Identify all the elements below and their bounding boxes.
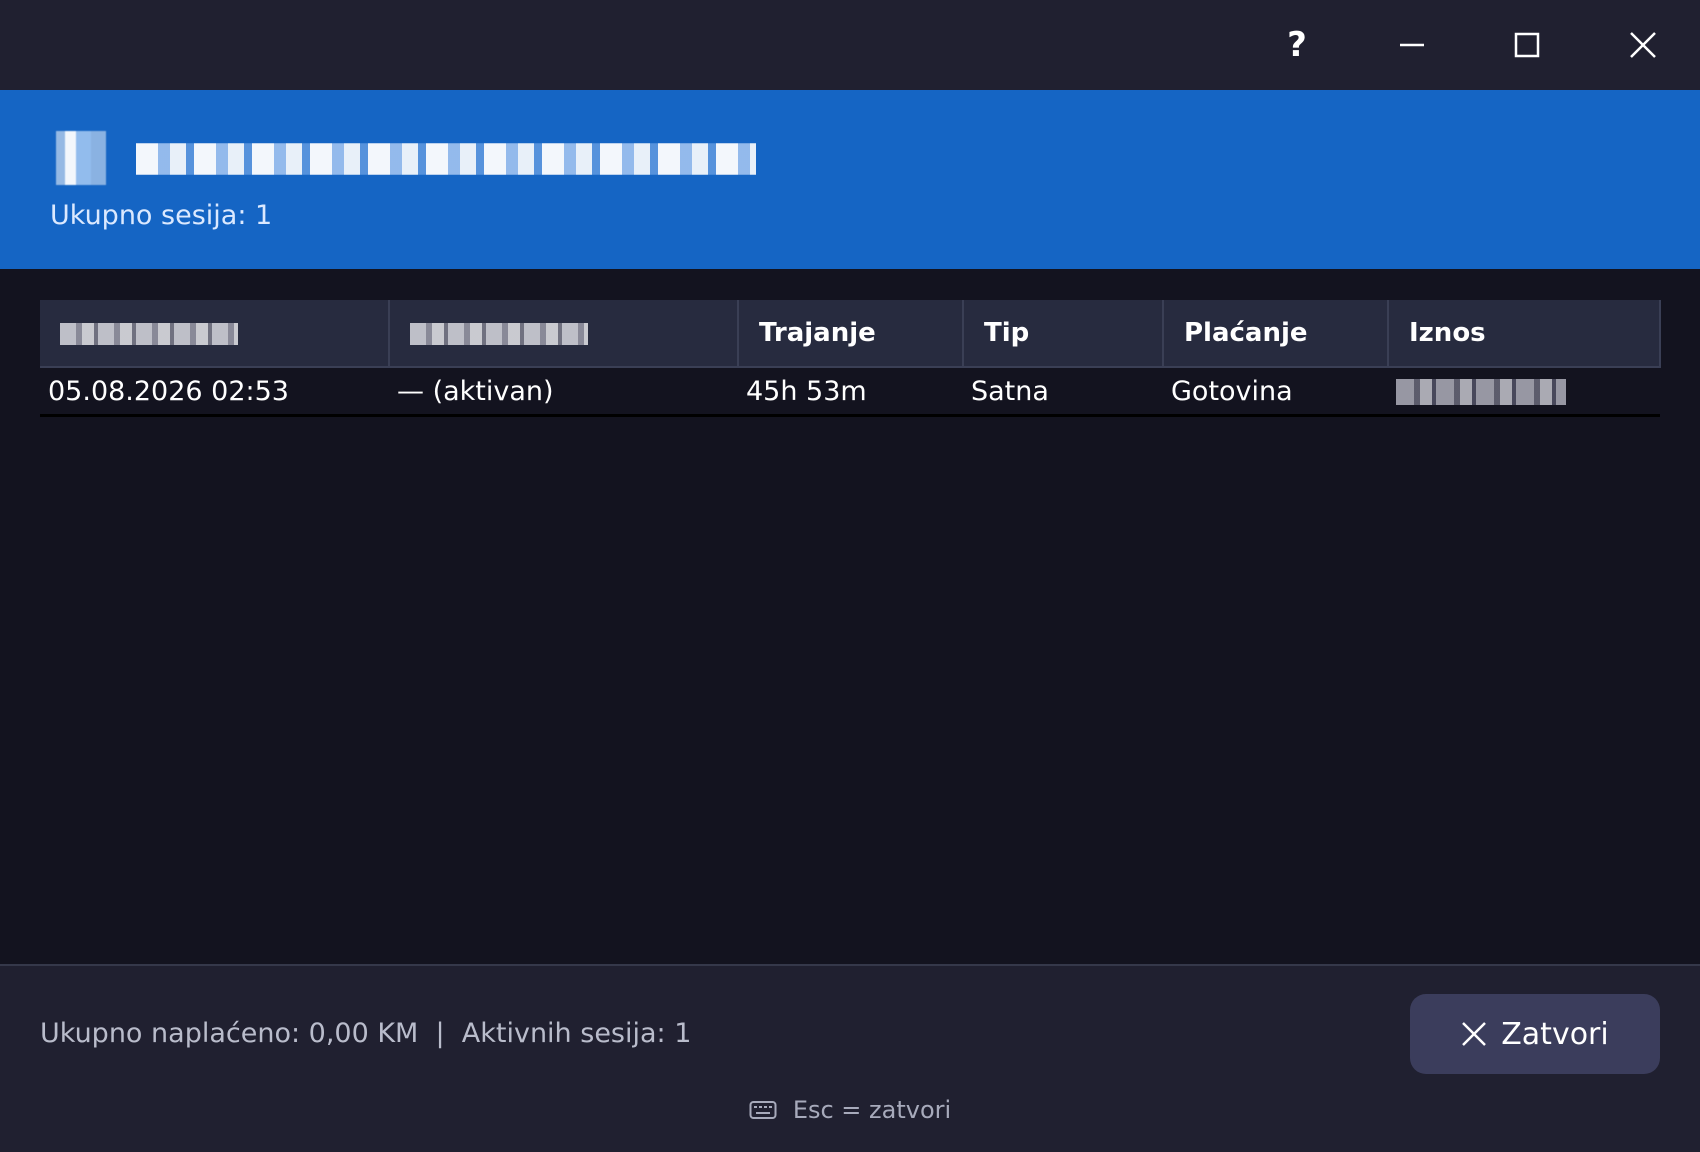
close-icon — [1630, 32, 1656, 58]
column-header-start[interactable] — [40, 300, 390, 368]
column-header-end[interactable] — [389, 300, 739, 368]
cell-end: — (aktivan) — [389, 367, 738, 417]
session-count: Ukupno sesija: 1 — [50, 200, 273, 231]
redacted-label — [410, 322, 588, 345]
maximize-icon — [1514, 32, 1540, 58]
cell-amount — [1388, 367, 1660, 417]
sessions-table: Trajanje Tip Plaćanje Iznos 05.08.2026 0… — [40, 300, 1661, 417]
maximize-button[interactable] — [1491, 14, 1563, 76]
column-header-type[interactable]: Tip — [963, 300, 1164, 368]
dialog-footer: Ukupno naplaćeno: 0,00 KM | Aktivnih ses… — [0, 964, 1700, 1152]
page-title-redacted — [136, 143, 756, 175]
header-title-row — [56, 128, 756, 188]
table-header-row: Trajanje Tip Plaćanje Iznos — [40, 300, 1661, 368]
column-header-amount[interactable]: Iznos — [1388, 300, 1661, 368]
redacted-value — [1396, 379, 1566, 405]
shortcut-hint: Esc = zatvori — [0, 1096, 1700, 1124]
window-close-button[interactable] — [1607, 14, 1679, 76]
keyboard-icon — [749, 1101, 777, 1119]
cell-duration: 45h 53m — [738, 367, 963, 417]
redacted-label — [60, 322, 238, 345]
window-titlebar: ? — [0, 0, 1700, 90]
dialog-header: Ukupno sesija: 1 — [0, 90, 1700, 269]
cell-start: 05.08.2026 02:53 — [40, 367, 389, 417]
vehicle-icon — [56, 131, 106, 185]
help-button[interactable]: ? — [1261, 14, 1333, 76]
table-row[interactable]: 05.08.2026 02:53 — (aktivan) 45h 53m Sat… — [40, 367, 1660, 417]
minimize-button[interactable] — [1376, 14, 1448, 76]
column-header-duration[interactable]: Trajanje — [738, 300, 964, 368]
cell-payment: Gotovina — [1163, 367, 1388, 417]
shortcut-text: Esc = zatvori — [792, 1096, 952, 1124]
cell-type: Satna — [963, 367, 1163, 417]
minimize-icon — [1400, 43, 1424, 47]
close-button[interactable]: Zatvori — [1410, 994, 1660, 1074]
help-icon: ? — [1287, 25, 1307, 65]
footer-summary: Ukupno naplaćeno: 0,00 KM | Aktivnih ses… — [40, 1018, 692, 1049]
column-header-payment[interactable]: Plaćanje — [1163, 300, 1389, 368]
close-button-label: Zatvori — [1501, 1016, 1609, 1052]
close-icon — [1462, 1022, 1487, 1046]
